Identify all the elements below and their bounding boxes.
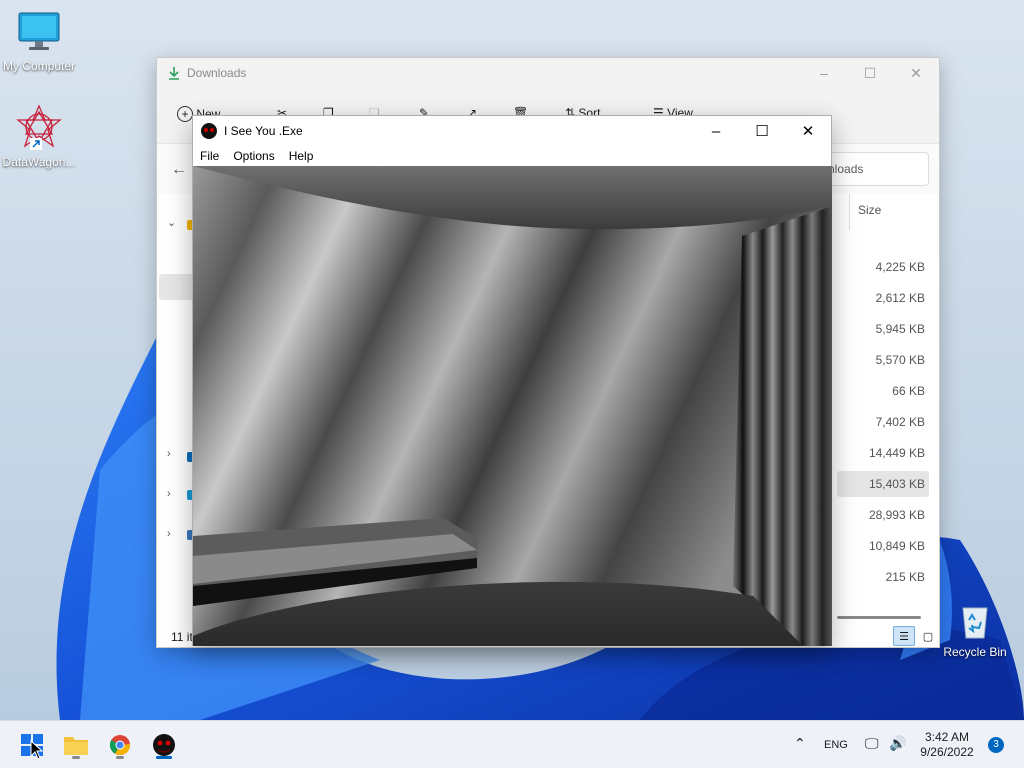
file-row-size[interactable]: 66 KB — [837, 378, 929, 404]
desktop-icon-my-computer[interactable]: My Computer — [0, 10, 81, 73]
language-indicator[interactable]: ENG — [824, 739, 848, 751]
back-arrow-icon[interactable]: ← — [171, 161, 187, 179]
file-row-size[interactable]: 5,945 KB — [837, 316, 929, 342]
file-row-size[interactable]: 15,403 KB — [837, 471, 929, 497]
datawagon-app-icon — [16, 104, 62, 150]
game-scene — [193, 166, 832, 646]
menu-file[interactable]: File — [200, 146, 219, 166]
chevron-down-icon[interactable]: ⌄ — [167, 216, 176, 229]
i-see-you-exe-icon — [153, 734, 175, 756]
chrome-icon — [109, 735, 130, 756]
volume-icon[interactable]: 🔊 — [889, 735, 906, 752]
desktop-icon-label: DataWagon... — [2, 155, 76, 169]
desktop-icon-label: My Computer — [2, 59, 76, 73]
recycle-bin-icon — [962, 607, 988, 639]
desktop-icon-recycle-bin[interactable]: Recycle Bin — [933, 600, 1017, 659]
desktop-icon-datawagon[interactable]: DataWagon... — [0, 104, 81, 169]
game-3d-viewport[interactable] — [193, 166, 832, 646]
chevron-right-icon[interactable]: › — [167, 448, 171, 460]
nav-item-selected[interactable] — [159, 274, 195, 300]
taskbar-file-explorer[interactable] — [60, 729, 92, 761]
size-column-header[interactable]: Size — [849, 194, 933, 230]
file-row-size[interactable]: 7,402 KB — [837, 409, 929, 435]
taskbar-i-see-you-exe[interactable] — [148, 729, 180, 761]
mouse-cursor-icon — [30, 740, 44, 760]
file-row-size[interactable]: 5,570 KB — [837, 347, 929, 373]
close-button[interactable]: ✕ — [785, 116, 831, 146]
desktop-icon-label: Recycle Bin — [943, 645, 1007, 659]
running-indicator — [116, 756, 124, 759]
date-text: 9/26/2022 — [920, 745, 974, 759]
menu-options[interactable]: Options — [233, 146, 274, 166]
file-row-size[interactable]: 28,993 KB — [837, 502, 929, 528]
status-item-count: 11 it — [171, 630, 193, 644]
horizontal-scrollbar[interactable] — [837, 616, 921, 619]
menu-help[interactable]: Help — [289, 146, 314, 166]
minimize-button[interactable]: – — [801, 58, 847, 88]
chevron-right-icon[interactable]: › — [167, 488, 171, 500]
network-icon[interactable]: 🖵 — [865, 735, 879, 752]
monitor-icon — [18, 12, 60, 50]
running-indicator — [72, 756, 80, 759]
plus-circle-icon: + — [177, 106, 193, 122]
chevron-right-icon[interactable]: › — [167, 528, 171, 540]
file-row-size[interactable]: 10,849 KB — [837, 533, 929, 559]
tiles-view-icon[interactable]: ▢ — [917, 626, 939, 646]
file-row-size[interactable]: 215 KB — [837, 564, 929, 590]
close-button[interactable]: ✕ — [893, 58, 939, 88]
taskbar-chrome[interactable] — [104, 729, 136, 761]
chevron-up-icon[interactable]: ⌃ — [794, 735, 806, 752]
maximize-button[interactable]: ☐ — [739, 116, 785, 146]
menu-bar: File Options Help — [193, 146, 327, 166]
file-explorer-icon — [64, 737, 88, 755]
taskbar: ⌃ ENG 🖵 🔊 3:42 AM 9/26/2022 3 — [0, 720, 1024, 768]
navigation-pane: ⌄ › › › — [157, 194, 197, 634]
time-text: 3:42 AM — [924, 730, 970, 744]
file-row-size[interactable]: 2,612 KB — [837, 285, 929, 311]
details-view-icon[interactable]: ☰ — [893, 626, 915, 646]
maximize-button[interactable]: ☐ — [847, 58, 893, 88]
search-box[interactable]: nloads — [829, 152, 929, 186]
download-icon — [169, 67, 179, 80]
active-indicator — [156, 756, 172, 759]
minimize-button[interactable]: – — [693, 116, 739, 146]
file-row-size[interactable]: 4,225 KB — [837, 254, 929, 280]
game-title: I See You .Exe — [224, 124, 303, 138]
i-see-you-exe-icon — [201, 123, 217, 139]
explorer-title: Downloads — [187, 66, 247, 80]
file-row-size[interactable]: 14,449 KB — [837, 440, 929, 466]
i-see-you-exe-window[interactable]: I See You .Exe – ☐ ✕ File Options Help — [192, 115, 832, 646]
notification-badge[interactable]: 3 — [988, 737, 1004, 753]
clock[interactable]: 3:42 AM 9/26/2022 — [912, 730, 982, 760]
search-text: nloads — [829, 162, 864, 176]
